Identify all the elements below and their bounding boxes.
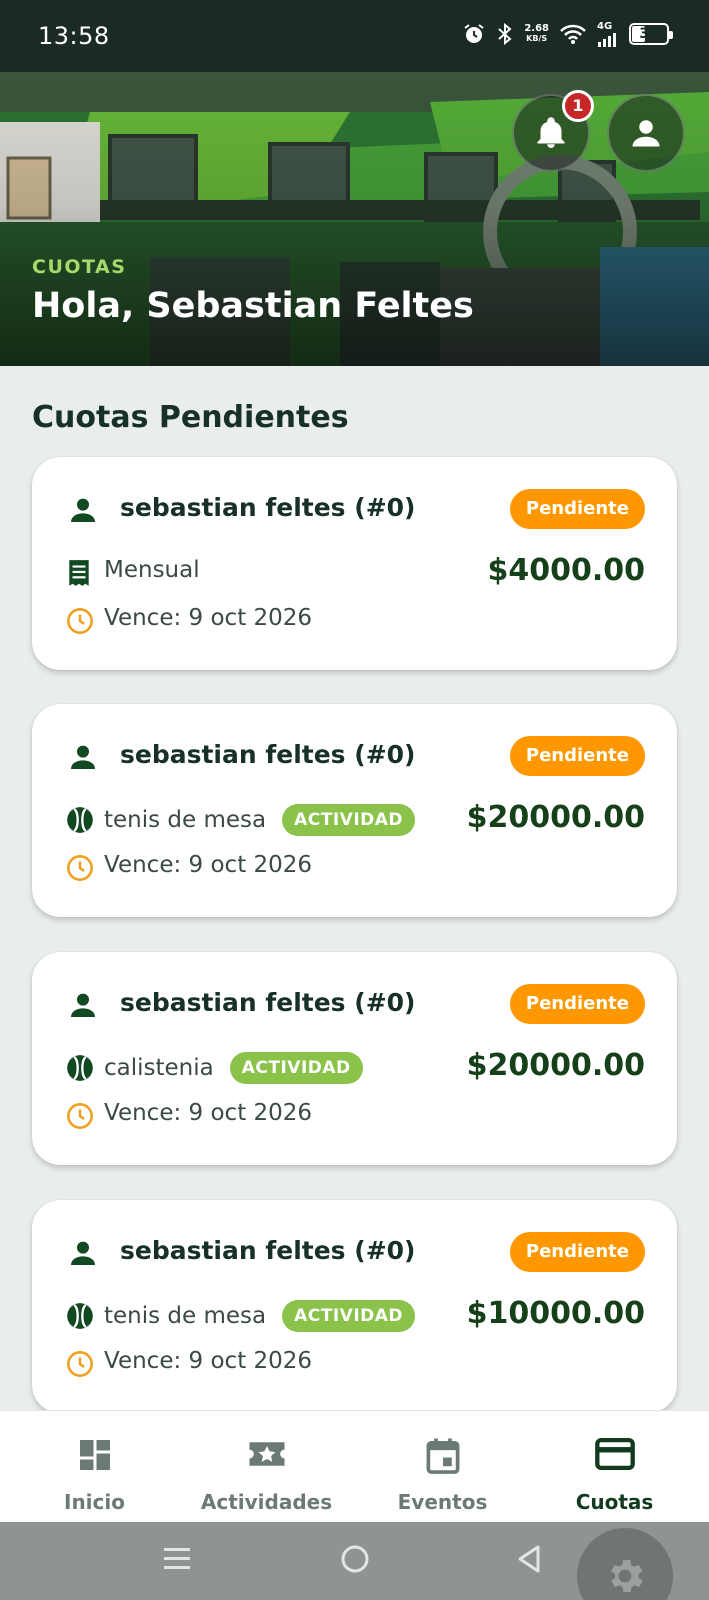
greeting-title: Hola, Sebastian Feltes: [32, 286, 474, 326]
notification-count-badge: 1: [562, 90, 594, 122]
signal-icon: 4G: [597, 22, 619, 47]
person-icon: [632, 120, 660, 147]
member-name: sebastian feltes (#0): [120, 988, 416, 1017]
member-name: sebastian feltes (#0): [120, 740, 416, 769]
home-icon[interactable]: [338, 1542, 372, 1576]
status-badge: Pendiente: [509, 984, 645, 1024]
section-title: Cuotas Pendientes: [32, 400, 349, 435]
fee-type-label: Mensual: [104, 557, 200, 583]
fee-amount: $20000.00: [466, 800, 645, 835]
nav-item-eventos[interactable]: Eventos: [354, 1411, 531, 1523]
alarm-icon: [464, 24, 484, 43]
due-date: Vence: 9 oct 2026: [104, 605, 313, 631]
nav-label: Inicio: [64, 1490, 125, 1514]
fee-card[interactable]: sebastian feltes (#0) Pendiente Mensual …: [32, 457, 677, 670]
fee-card[interactable]: sebastian feltes (#0) Pendiente tenis de…: [32, 704, 677, 917]
status-badge: Pendiente: [509, 489, 645, 529]
receipt-icon: [69, 560, 89, 586]
dashboard-icon: [79, 1440, 110, 1470]
person-icon: [71, 498, 95, 522]
person-icon: [71, 1241, 95, 1265]
ball-icon: [67, 807, 93, 833]
clock-icon: [67, 1351, 93, 1377]
page-kicker: CUOTAS: [32, 256, 127, 278]
credit-card-icon: [594, 1438, 635, 1470]
fee-amount: $4000.00: [487, 553, 645, 588]
status-badge: Pendiente: [509, 1232, 645, 1272]
activity-tag: ACTIVIDAD: [282, 804, 416, 836]
profile-button[interactable]: [607, 94, 685, 172]
activity-tag: ACTIVIDAD: [282, 1300, 416, 1332]
fee-type: Mensual: [104, 557, 200, 583]
clock-icon: [67, 608, 93, 634]
recent-apps-icon[interactable]: [162, 1542, 192, 1576]
fee-amount: $20000.00: [466, 1048, 645, 1083]
ball-icon: [67, 1303, 93, 1329]
fee-type-label: tenis de mesa: [104, 1303, 267, 1329]
fee-type: tenis de mesa ACTIVIDAD: [104, 804, 416, 836]
person-icon: [71, 993, 95, 1017]
person-icon: [71, 745, 95, 769]
activity-tag: ACTIVIDAD: [229, 1052, 363, 1084]
clock-icon: [67, 855, 93, 881]
status-bar: 13:58 2.68 KB/S 4G 39: [0, 0, 709, 72]
member-name: sebastian feltes (#0): [120, 1236, 416, 1265]
hero-header: 1 CUOTAS Hola, Sebastian Feltes: [0, 72, 709, 366]
ticket-star-icon: [248, 1442, 285, 1466]
status-time: 13:58: [38, 22, 110, 50]
fee-type: calistenia ACTIVIDAD: [104, 1052, 363, 1084]
bottom-navigation: Inicio Actividades Eventos Cuotas: [0, 1410, 709, 1522]
clock-icon: [67, 1103, 93, 1129]
nav-item-actividades[interactable]: Actividades: [178, 1411, 355, 1523]
due-date: Vence: 9 oct 2026: [104, 1348, 313, 1374]
nav-label: Cuotas: [575, 1490, 654, 1514]
due-date: Vence: 9 oct 2026: [104, 852, 313, 878]
ball-icon: [67, 1055, 93, 1081]
nav-label: Eventos: [397, 1490, 488, 1514]
nav-item-cuotas[interactable]: Cuotas: [526, 1411, 703, 1523]
battery-icon: 39: [629, 23, 673, 45]
fee-amount: $10000.00: [466, 1296, 645, 1331]
nav-label: Actividades: [200, 1490, 333, 1514]
fee-type: tenis de mesa ACTIVIDAD: [104, 1300, 416, 1332]
due-date: Vence: 9 oct 2026: [104, 1100, 313, 1126]
fee-card[interactable]: sebastian feltes (#0) Pendiente calisten…: [32, 952, 677, 1165]
fee-card[interactable]: sebastian feltes (#0) Pendiente tenis de…: [32, 1200, 677, 1413]
bluetooth-icon: [498, 22, 512, 46]
gear-icon: [611, 1559, 643, 1593]
fee-type-label: tenis de mesa: [104, 807, 267, 833]
nav-item-inicio[interactable]: Inicio: [6, 1411, 183, 1523]
status-badge: Pendiente: [509, 736, 645, 776]
back-icon[interactable]: [514, 1542, 544, 1576]
fee-type-label: calistenia: [104, 1055, 214, 1081]
member-name: sebastian feltes (#0): [120, 493, 416, 522]
calendar-icon: [426, 1438, 459, 1474]
status-icons: 2.68 KB/S 4G 39: [462, 22, 673, 47]
wifi-icon: [560, 24, 586, 44]
bell-icon: [537, 117, 565, 148]
net-speed: 2.68 KB/S: [524, 23, 549, 44]
